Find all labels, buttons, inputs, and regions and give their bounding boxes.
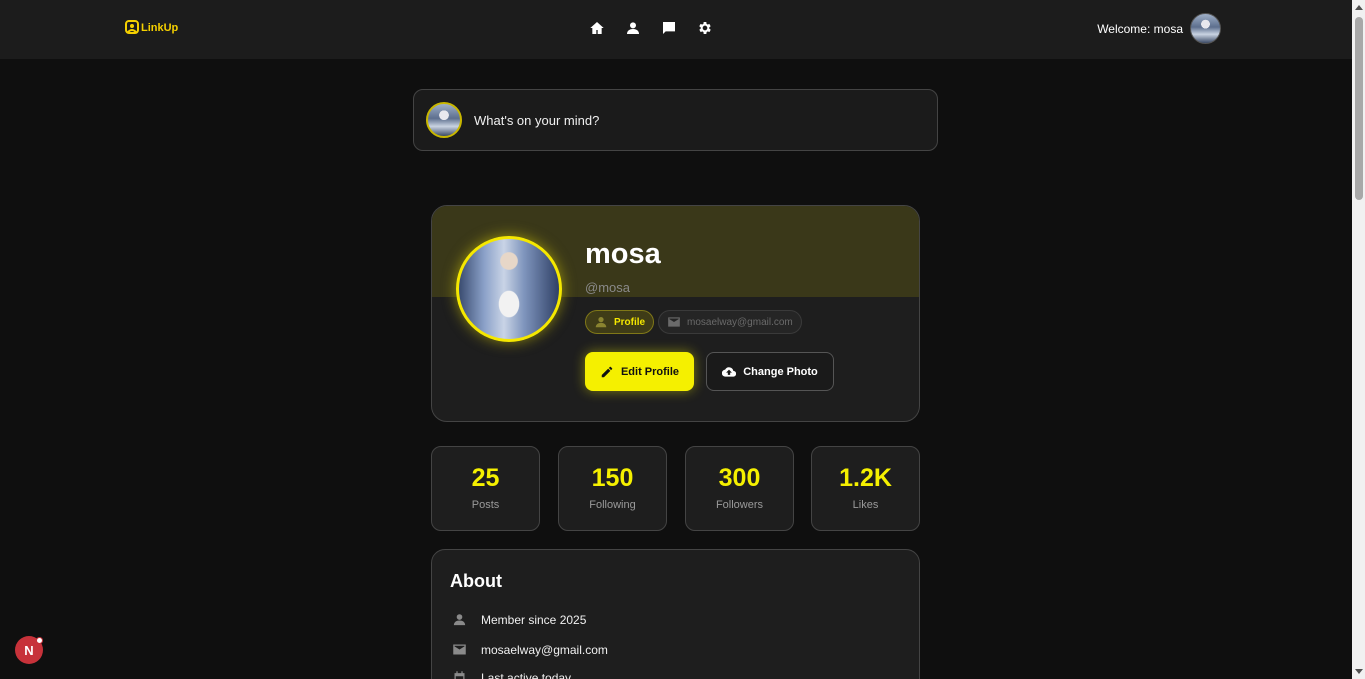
role-chip: Profile bbox=[585, 310, 655, 334]
composer-avatar bbox=[426, 102, 462, 138]
stat-followers[interactable]: 300 Followers bbox=[685, 446, 794, 531]
email-chip: mosaelway@gmail.com bbox=[658, 310, 802, 334]
dev-tools-button[interactable]: N bbox=[15, 636, 43, 664]
avatar[interactable] bbox=[1190, 13, 1221, 44]
stat-label: Likes bbox=[852, 499, 879, 511]
top-navbar: LinkUp Welcome: mosa bbox=[0, 0, 1352, 59]
logo[interactable]: LinkUp bbox=[125, 20, 178, 36]
scrollbar[interactable] bbox=[1352, 0, 1365, 679]
profile-avatar bbox=[456, 236, 562, 342]
stat-value: 150 bbox=[591, 464, 634, 492]
stat-label: Posts bbox=[471, 499, 500, 511]
about-row-text: Last active today bbox=[481, 670, 572, 679]
post-composer[interactable]: What's on your mind? bbox=[413, 89, 938, 151]
scroll-down-arrow-icon[interactable] bbox=[1355, 669, 1363, 674]
scroll-up-arrow-icon[interactable] bbox=[1355, 5, 1363, 10]
settings-icon[interactable] bbox=[696, 19, 714, 37]
about-row-text: Member since 2025 bbox=[481, 612, 587, 627]
notification-dot bbox=[36, 637, 43, 644]
main-nav bbox=[588, 19, 714, 37]
welcome-area: Welcome: mosa bbox=[1097, 13, 1221, 44]
about-section: About Member since 2025 mosaelway@gmail.… bbox=[431, 549, 920, 679]
logo-icon bbox=[125, 20, 139, 34]
email-chip-label: mosaelway@gmail.com bbox=[687, 316, 793, 328]
calendar-icon bbox=[454, 671, 465, 679]
mail-icon bbox=[453, 644, 466, 655]
stat-following[interactable]: 150 Following bbox=[558, 446, 667, 531]
change-photo-button[interactable]: Change Photo bbox=[706, 352, 834, 391]
logo-text: LinkUp bbox=[141, 22, 179, 34]
stat-value: 1.2K bbox=[839, 464, 892, 492]
home-icon[interactable] bbox=[588, 19, 606, 37]
about-row-active: Last active today bbox=[452, 670, 571, 679]
about-row-email: mosaelway@gmail.com bbox=[452, 642, 608, 657]
stat-posts[interactable]: 25 Posts bbox=[431, 446, 540, 531]
change-photo-label: Change Photo bbox=[743, 365, 818, 378]
profile-handle: @mosa bbox=[585, 280, 630, 295]
composer-placeholder: What's on your mind? bbox=[474, 112, 600, 128]
mail-icon bbox=[668, 317, 680, 327]
scroll-thumb[interactable] bbox=[1355, 17, 1363, 200]
stat-label: Followers bbox=[715, 499, 764, 511]
stat-value: 25 bbox=[471, 464, 500, 492]
role-chip-label: Profile bbox=[614, 316, 646, 328]
about-row-text: mosaelway@gmail.com bbox=[481, 642, 608, 657]
stat-likes[interactable]: 1.2K Likes bbox=[811, 446, 920, 531]
chat-icon[interactable] bbox=[660, 19, 678, 37]
welcome-text: Welcome: mosa bbox=[1097, 21, 1183, 36]
edit-profile-label: Edit Profile bbox=[620, 365, 680, 378]
user-icon bbox=[595, 317, 607, 328]
cloud-upload-icon bbox=[722, 366, 737, 377]
dev-tools-label: N bbox=[24, 642, 34, 658]
stat-value: 300 bbox=[718, 464, 761, 492]
about-title: About bbox=[450, 571, 502, 591]
stat-label: Following bbox=[589, 499, 636, 511]
user-icon bbox=[453, 614, 466, 626]
pencil-icon bbox=[601, 366, 613, 377]
user-icon[interactable] bbox=[624, 19, 642, 37]
profile-card: mosa @mosa Profile mosaelway@gmail.com E… bbox=[431, 205, 920, 422]
edit-profile-button[interactable]: Edit Profile bbox=[585, 352, 694, 391]
profile-name: mosa bbox=[585, 238, 661, 270]
about-row-member: Member since 2025 bbox=[452, 612, 586, 627]
